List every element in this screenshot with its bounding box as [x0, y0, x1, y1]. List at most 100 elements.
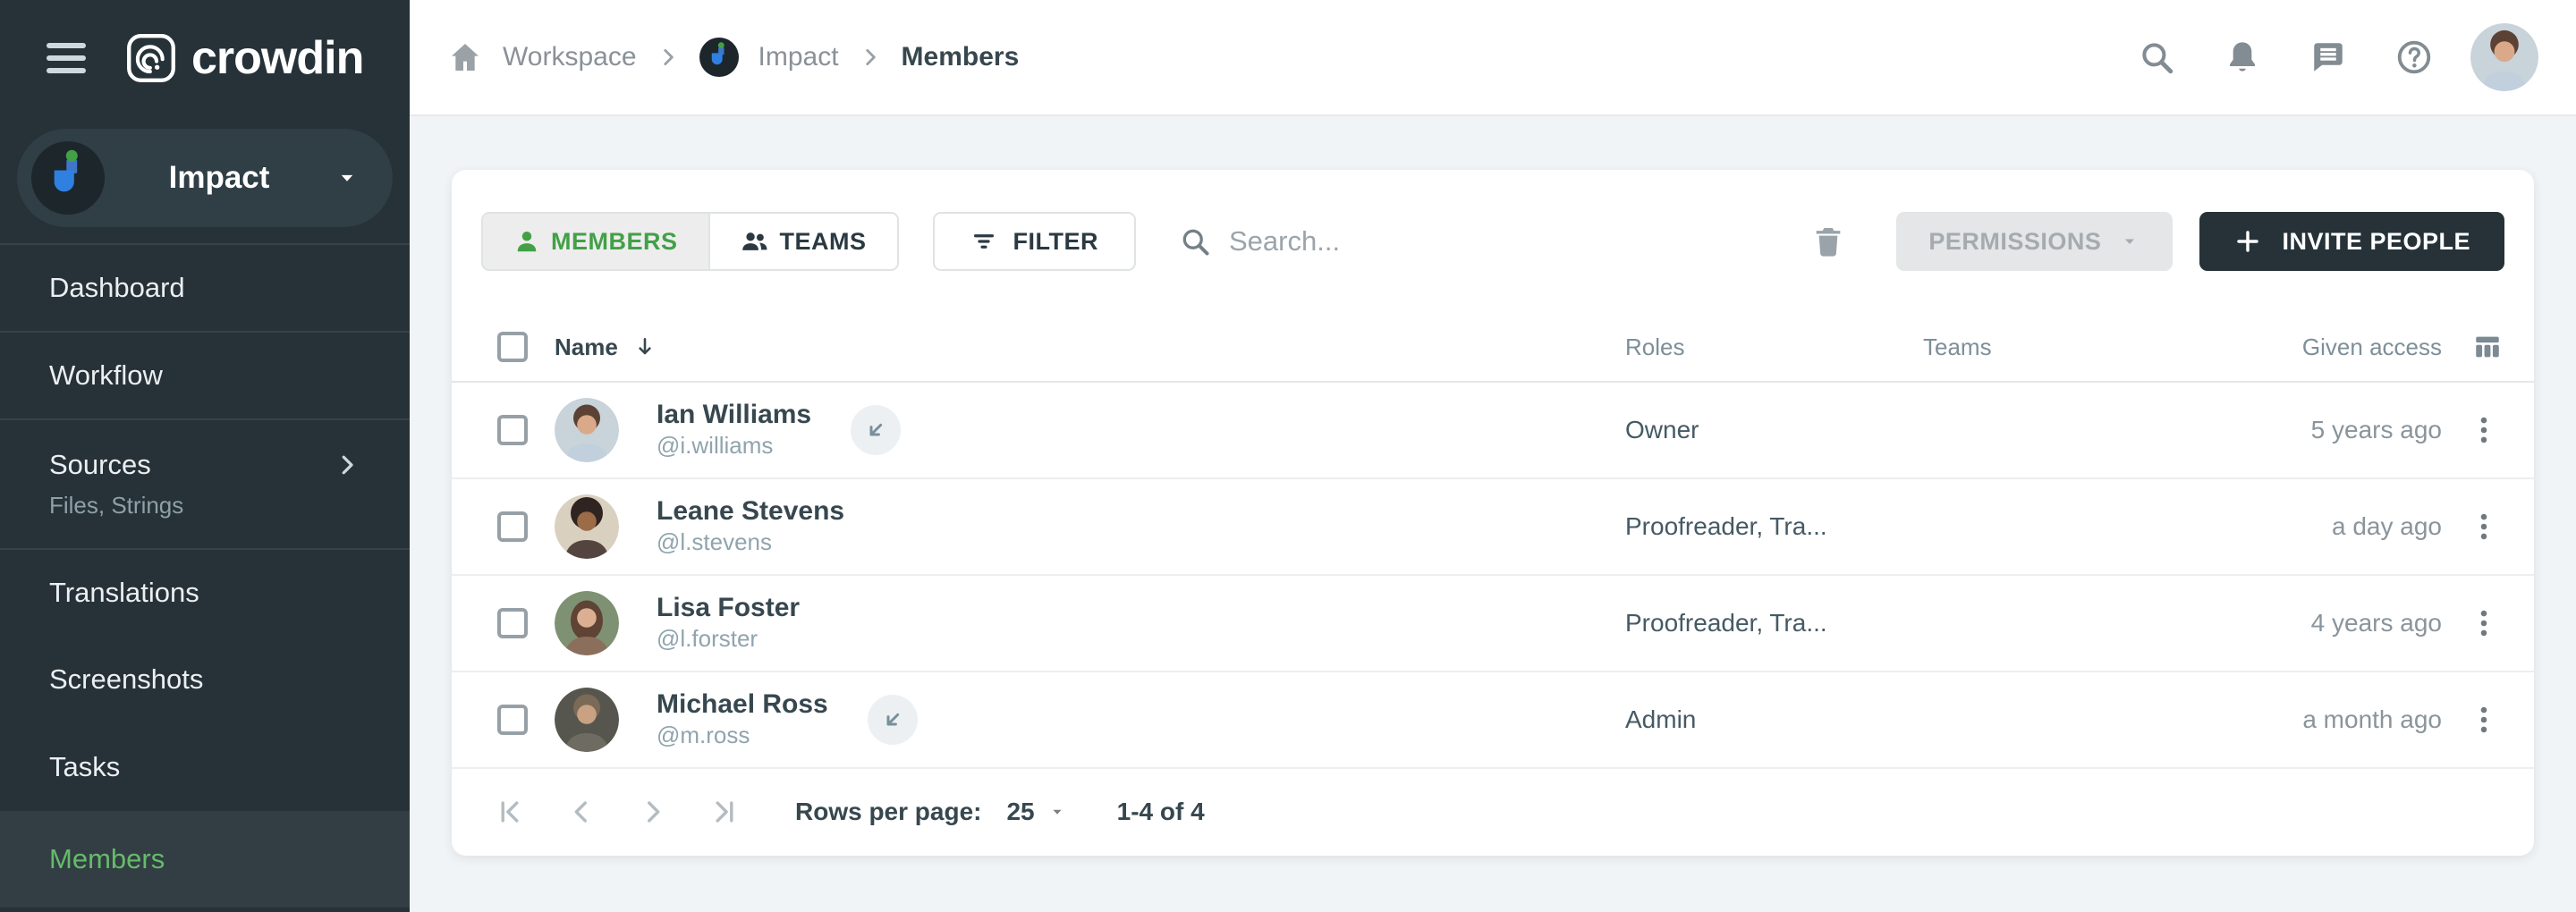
sidebar-header: crowdin [0, 0, 410, 116]
sidebar-item-label: Tasks [49, 751, 120, 783]
member-given-access: 5 years ago [2147, 416, 2442, 444]
avatar [555, 591, 619, 655]
row-checkbox[interactable] [497, 415, 528, 445]
member-given-access: a day ago [2147, 512, 2442, 541]
prev-page-icon[interactable] [566, 797, 597, 827]
sidebar-item-label: Workflow [49, 359, 163, 392]
breadcrumb-project[interactable]: Impact [758, 42, 839, 72]
search-box [1179, 225, 1810, 258]
member-name[interactable]: Lisa Foster [657, 592, 800, 624]
sidebar-nav: Dashboard Workflow Sources Files, String… [0, 243, 410, 908]
table-row[interactable]: Ian Williams @i.williams Owner 5 years a… [452, 383, 2534, 479]
project-logo-impact-icon [31, 141, 105, 215]
messages-icon[interactable] [2309, 38, 2347, 76]
sort-down-icon[interactable] [632, 334, 657, 359]
invite-people-button[interactable]: INVITE PEOPLE [2199, 212, 2504, 271]
filter-button[interactable]: FILTER [933, 212, 1136, 271]
project-selector[interactable]: Impact [17, 129, 393, 227]
table-row[interactable]: Leane Stevens @l.stevens Proofreader, Tr… [452, 479, 2534, 576]
select-all-checkbox[interactable] [497, 332, 528, 362]
person-icon [513, 228, 540, 255]
topbar-actions [2138, 38, 2433, 76]
search-icon[interactable] [2138, 38, 2175, 76]
help-icon[interactable] [2395, 38, 2433, 76]
sidebar-item-sublabel: Files, Strings [49, 492, 360, 519]
member-name[interactable]: Ian Williams [657, 399, 811, 431]
sidebar-item-members[interactable]: Members [0, 811, 410, 908]
crowdin-mark-icon [125, 32, 177, 84]
row-checkbox[interactable] [497, 705, 528, 735]
sidebar-item-sources[interactable]: Sources Files, Strings [0, 418, 410, 548]
chevron-right-icon [859, 46, 882, 69]
rows-per-page-select[interactable]: 25 [1006, 798, 1066, 826]
search-icon [1179, 225, 1211, 258]
table-row[interactable]: Michael Ross @m.ross Admin a month ago [452, 672, 2534, 769]
view-switcher: MEMBERS TEAMS [481, 212, 899, 271]
member-name[interactable]: Leane Stevens [657, 495, 844, 528]
kebab-menu-icon[interactable] [2465, 506, 2503, 547]
crowdin-logo[interactable]: crowdin [125, 31, 363, 85]
avatar [555, 398, 619, 462]
column-header-teams[interactable]: Teams [1923, 334, 2147, 361]
chevron-right-icon [334, 452, 360, 478]
columns-settings-icon[interactable] [2472, 332, 2503, 362]
member-username: @m.ross [657, 721, 828, 751]
sidebar: crowdin Impact Dashboard Workflow [0, 0, 410, 912]
sidebar-item-label: Screenshots [49, 663, 203, 696]
column-header-given-access[interactable]: Given access [2147, 334, 2442, 361]
avatar-image [2470, 23, 2538, 91]
sidebar-item-tasks[interactable]: Tasks [0, 723, 410, 811]
filter-label: FILTER [1013, 228, 1098, 256]
member-username: @l.forster [657, 624, 800, 654]
column-header-name[interactable]: Name [555, 334, 618, 361]
people-icon [741, 228, 769, 255]
avatar [555, 688, 619, 752]
home-icon[interactable] [447, 39, 483, 75]
kebab-menu-icon[interactable] [2465, 410, 2503, 451]
avatar [555, 494, 619, 559]
kebab-menu-icon[interactable] [2465, 699, 2503, 740]
member-username: @l.stevens [657, 528, 844, 558]
breadcrumb-workspace[interactable]: Workspace [503, 42, 637, 72]
sidebar-item-screenshots[interactable]: Screenshots [0, 636, 410, 723]
login-arrow-icon [851, 405, 901, 455]
tab-teams-label: TEAMS [780, 228, 867, 256]
rows-per-page-value: 25 [1006, 798, 1034, 826]
member-given-access: a month ago [2147, 705, 2442, 734]
search-input[interactable] [1229, 225, 1658, 258]
invite-people-label: INVITE PEOPLE [2282, 228, 2470, 256]
sidebar-item-label: Translations [49, 577, 199, 609]
member-roles: Proofreader, Tra... [1625, 512, 1923, 541]
notifications-icon[interactable] [2224, 38, 2261, 76]
sidebar-item-workflow[interactable]: Workflow [0, 331, 410, 418]
filter-icon [970, 228, 997, 255]
sidebar-item-label: Sources [49, 449, 151, 481]
user-avatar[interactable] [2470, 23, 2538, 91]
column-header-roles[interactable]: Roles [1625, 334, 1923, 361]
members-toolbar: MEMBERS TEAMS FILTER [452, 170, 2534, 313]
project-name: Impact [105, 160, 334, 196]
breadcrumb-project-logo-icon[interactable] [699, 38, 739, 77]
kebab-menu-icon[interactable] [2465, 603, 2503, 644]
member-roles: Admin [1625, 705, 1923, 734]
permissions-button[interactable]: PERMISSIONS [1896, 212, 2173, 271]
next-page-icon[interactable] [638, 797, 668, 827]
member-name[interactable]: Michael Ross [657, 688, 828, 721]
breadcrumb: Workspace Impact Members [447, 38, 1019, 77]
member-roles: Owner [1625, 416, 1923, 444]
first-page-icon[interactable] [495, 797, 525, 827]
breadcrumb-current-members: Members [902, 42, 1020, 72]
pagination-nav [495, 797, 740, 827]
toolbar-right: PERMISSIONS INVITE PEOPLE [1810, 212, 2504, 271]
sidebar-item-dashboard[interactable]: Dashboard [0, 243, 410, 331]
sidebar-item-translations[interactable]: Translations [0, 548, 410, 636]
tab-teams[interactable]: TEAMS [710, 214, 897, 269]
row-checkbox[interactable] [497, 608, 528, 638]
last-page-icon[interactable] [709, 797, 740, 827]
trash-icon[interactable] [1810, 224, 1846, 259]
tab-members[interactable]: MEMBERS [483, 214, 710, 269]
hamburger-menu-icon[interactable] [47, 43, 86, 73]
table-row[interactable]: Lisa Foster @l.forster Proofreader, Tra.… [452, 576, 2534, 672]
row-checkbox[interactable] [497, 511, 528, 542]
member-username: @i.williams [657, 431, 811, 461]
